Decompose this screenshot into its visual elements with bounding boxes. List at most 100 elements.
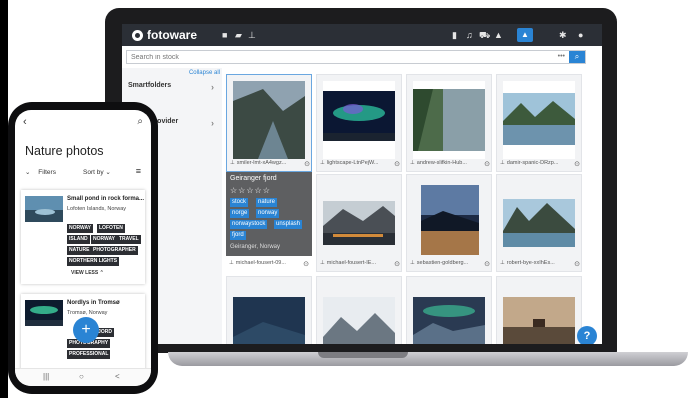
pin-icon[interactable]: ⊥ (248, 29, 256, 41)
back-nav-icon[interactable]: < (115, 372, 120, 381)
asset-tile[interactable]: ⊥ sebastien-goldberg... ⊙ (406, 174, 492, 272)
search-button[interactable]: ⌕ (569, 51, 585, 63)
asset-thumbnail (413, 297, 485, 344)
asset-tile[interactable]: ⊥ michael-fousert-IE... ⊙ (316, 174, 402, 272)
asset-tile[interactable]: ⊥ andrew-slifkin-Hub... ⊙ (406, 74, 492, 172)
check-icon[interactable]: ⊙ (484, 260, 490, 268)
fotoware-logo[interactable]: fotoware (132, 28, 197, 42)
pin-icon: ⊥ (229, 260, 234, 266)
aurora-thumbnail (25, 300, 63, 326)
tag[interactable]: ISLAND (67, 235, 90, 244)
chevron-right-icon: › (211, 82, 214, 92)
user-icon[interactable]: ▲ (517, 28, 533, 42)
asset-tile[interactable] (496, 276, 582, 344)
cart-icon[interactable]: ⛟ (479, 29, 490, 41)
search-icon: ⌕ (574, 52, 580, 61)
tag[interactable]: NORTHERN LIGHTS (67, 257, 120, 266)
check-icon[interactable]: ⊙ (574, 160, 580, 168)
asset-tile[interactable]: ⊥ smiler-lmt-xA4wgz... ⊙ (226, 74, 312, 172)
chevron-up-icon: ⌃ (99, 270, 104, 276)
check-icon[interactable]: ⊙ (304, 160, 310, 168)
asset-thumbnail (413, 181, 485, 259)
asset-thumbnail (503, 181, 575, 259)
tag[interactable]: TRAVEL (117, 235, 141, 244)
laptop-base (168, 352, 688, 366)
back-icon[interactable]: ‹ (23, 116, 27, 128)
check-icon[interactable]: ⊙ (394, 160, 400, 168)
asset-tile[interactable]: ⊥ robert-bye-xxIhEs... ⊙ (496, 174, 582, 272)
keyword-tag[interactable]: nature (256, 198, 278, 207)
tag[interactable]: LOFOTEN (97, 224, 125, 233)
logo-text: fotoware (147, 28, 198, 42)
home-icon[interactable]: ○ (79, 372, 84, 381)
keyword-tag[interactable]: norge (230, 209, 250, 218)
asset-thumbnail (233, 297, 305, 344)
item-name: Nordlys in Tromsø (67, 300, 120, 306)
graduation-cap-icon[interactable]: ▲ (494, 29, 503, 41)
check-icon[interactable]: ⊙ (394, 260, 400, 268)
search-options-button[interactable]: ••• (558, 53, 565, 60)
asset-thumbnail (503, 297, 575, 344)
pin-icon: ⊥ (500, 260, 505, 266)
gear-icon[interactable]: ✱ (559, 29, 567, 41)
check-icon[interactable]: ⊙ (574, 260, 580, 268)
tag[interactable]: NORWAY (91, 235, 117, 244)
avatar-icon[interactable]: ● (578, 29, 583, 41)
view-less-link[interactable]: VIEW LESS ⌃ (71, 270, 104, 276)
chevron-down-icon: ⌄ (105, 169, 111, 176)
pond-thumbnail (25, 196, 63, 222)
help-button[interactable]: ? (577, 326, 597, 344)
fjord-image (233, 81, 305, 159)
chevron-right-icon: › (211, 118, 214, 128)
keyword-tag[interactable]: norway (256, 209, 280, 218)
tag[interactable]: PHOTOGRAPHER (91, 246, 138, 255)
keyword-tag[interactable]: norwaystock (230, 220, 268, 229)
logo-mark-icon (132, 29, 143, 41)
filters-button[interactable]: ⌄ Filters (25, 168, 56, 176)
star-rating[interactable]: ☆☆☆☆☆ (230, 186, 271, 195)
search-bar: ••• ⌕ (126, 50, 586, 64)
briefcase-icon[interactable]: ▰ (235, 29, 242, 41)
keyword-tag[interactable]: unsplash (274, 220, 303, 229)
marketing-composite: fotoware ■ ▰ ⊥ ▮ ♫ ⛟ ▲ ▲ ✱ ● ••• ⌕ Colla… (0, 0, 698, 398)
sunset-fjord-image (413, 181, 485, 259)
keyword-tag[interactable]: stock (230, 198, 249, 207)
check-icon[interactable]: ⊙ (484, 160, 490, 168)
pin-icon: ⊥ (230, 160, 235, 166)
asset-caption: ⊥ michael-fousert-IE... ⊙ (320, 260, 400, 268)
forest-image (413, 81, 485, 159)
search-input[interactable] (131, 52, 531, 62)
asset-tile[interactable] (316, 276, 402, 344)
collapse-all-link[interactable]: Collapse all (189, 70, 220, 76)
pin-icon: ⊥ (320, 260, 325, 266)
bell-icon[interactable]: ♫ (466, 29, 473, 41)
asset-location: Geiranger, Norway (230, 244, 281, 250)
asset-tile[interactable] (406, 276, 492, 344)
tag[interactable]: NORWAY (67, 224, 93, 233)
tag[interactable]: PROFESSIONAL (67, 350, 111, 359)
keyword-tag[interactable]: fjord (230, 231, 246, 240)
folder-icon[interactable]: ■ (222, 29, 227, 41)
search-icon[interactable]: ⌕ (137, 116, 143, 127)
pin-icon: ⊥ (410, 160, 415, 166)
android-nav-bar: ||| ○ < (15, 368, 151, 386)
asset-info-panel: Geiranger fjord ☆☆☆☆☆ stock nature norge… (226, 172, 312, 256)
item-location: Lofoten Islands, Norway (67, 206, 127, 212)
phone-screen: ‹ ⌕ Nature photos ⌄ Filters Sort by ⌄ ≡ … (15, 110, 151, 386)
sidebar-item-smartfolders[interactable]: Smartfolders › (128, 82, 218, 98)
asset-tile[interactable]: ⊥ lightscape-LtnPejW... ⊙ (316, 74, 402, 172)
check-icon[interactable]: ⊙ (303, 260, 309, 268)
asset-thumbnail (233, 81, 305, 159)
add-button[interactable]: + (73, 317, 99, 343)
asset-tile[interactable]: ⊥ damir-spanic-DRzp... ⊙ (496, 74, 582, 172)
tag[interactable]: NATURE (67, 246, 92, 255)
view-toggle-icon[interactable]: ≡ (136, 166, 141, 176)
list-item[interactable]: Small pond in rock forma... Lofoten Isla… (21, 190, 145, 284)
sort-by-button[interactable]: Sort by ⌄ (83, 168, 111, 176)
pin-icon: ⊥ (410, 260, 415, 266)
book-icon[interactable]: ▮ (452, 29, 457, 41)
asset-thumbnail (323, 297, 395, 344)
aurora-image (323, 81, 395, 159)
recents-icon[interactable]: ||| (43, 372, 49, 381)
asset-tile[interactable] (226, 276, 312, 344)
